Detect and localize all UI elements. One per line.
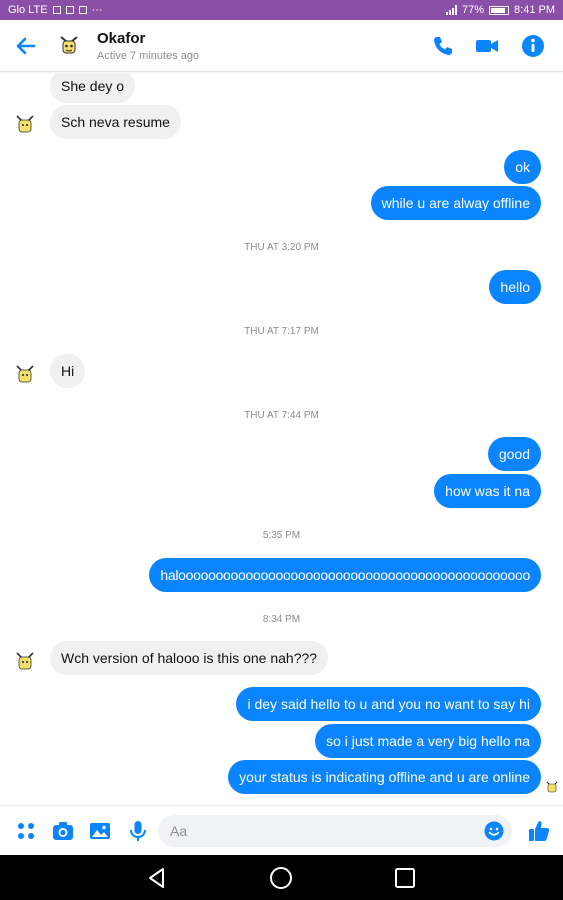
sent-message[interactable]: your status is indicating offline and u … bbox=[228, 760, 541, 794]
timestamp: THU AT 3:20 PM bbox=[244, 242, 319, 253]
clock: 8:41 PM bbox=[514, 4, 555, 16]
message-input-placeholder: Aa bbox=[170, 823, 188, 839]
sent-message[interactable]: good bbox=[487, 437, 541, 471]
more-notifications-icon: ··· bbox=[91, 4, 103, 16]
message-composer: Aa bbox=[0, 805, 563, 855]
sent-message[interactable]: ok bbox=[504, 150, 541, 184]
contact-avatar-small[interactable] bbox=[14, 363, 36, 385]
status-bar: Glo LTE ··· 77% 8:41 PM bbox=[0, 0, 563, 20]
sent-message[interactable]: how was it na bbox=[434, 474, 541, 508]
camera-icon[interactable] bbox=[51, 819, 75, 843]
carrier-label: Glo LTE bbox=[8, 4, 48, 16]
timestamp: THU AT 7:44 PM bbox=[244, 410, 319, 421]
message-input[interactable]: Aa bbox=[158, 815, 512, 847]
sent-message[interactable]: i dey said hello to u and you no want to… bbox=[236, 687, 541, 721]
more-actions-icon[interactable] bbox=[14, 819, 38, 843]
contact-avatar-small[interactable] bbox=[14, 113, 36, 135]
timestamp: THU AT 7:17 PM bbox=[244, 326, 319, 337]
phone-call-icon[interactable] bbox=[430, 33, 456, 59]
gallery-icon[interactable] bbox=[88, 819, 112, 843]
notification-icon bbox=[65, 6, 74, 14]
battery-percent: 77% bbox=[462, 4, 485, 16]
sent-message[interactable]: halooooooooooooooooooooooooooooooooooooo… bbox=[149, 558, 541, 592]
notification-icon bbox=[52, 6, 61, 14]
contact-name[interactable]: Okafor bbox=[97, 30, 145, 47]
message-thread[interactable]: She dey o Sch neva resume ok while u are… bbox=[0, 73, 563, 805]
like-icon[interactable] bbox=[527, 819, 551, 843]
recents-square-icon[interactable] bbox=[392, 865, 418, 891]
video-call-icon[interactable] bbox=[474, 33, 500, 59]
home-circle-icon[interactable] bbox=[268, 865, 294, 891]
sent-message[interactable]: while u are alway offline bbox=[370, 186, 541, 220]
received-message[interactable]: Wch version of halooo is this one nah??? bbox=[50, 641, 329, 675]
received-message[interactable]: Hi bbox=[50, 354, 86, 388]
back-arrow-icon[interactable] bbox=[12, 32, 40, 60]
contact-avatar-small[interactable] bbox=[14, 650, 36, 672]
seen-avatar bbox=[546, 781, 558, 793]
received-message[interactable]: Sch neva resume bbox=[50, 105, 181, 139]
info-icon[interactable] bbox=[520, 33, 546, 59]
timestamp: 5:35 PM bbox=[262, 530, 301, 541]
timestamp: 8:34 PM bbox=[262, 614, 301, 625]
battery-icon bbox=[489, 5, 510, 15]
contact-avatar[interactable] bbox=[55, 31, 83, 59]
sent-message[interactable]: hello bbox=[489, 270, 541, 304]
system-navigation-bar bbox=[0, 855, 563, 900]
active-status: Active 7 minutes ago bbox=[97, 50, 200, 62]
sent-message[interactable]: so i just made a very big hello na bbox=[315, 724, 541, 758]
notification-icon bbox=[78, 6, 87, 14]
emoji-icon[interactable] bbox=[484, 821, 504, 841]
conversation-header: Okafor Active 7 minutes ago bbox=[0, 20, 563, 72]
back-triangle-icon[interactable] bbox=[144, 865, 170, 891]
received-message[interactable]: She dey o bbox=[50, 73, 136, 103]
signal-icon bbox=[446, 5, 457, 15]
microphone-icon[interactable] bbox=[126, 819, 150, 843]
